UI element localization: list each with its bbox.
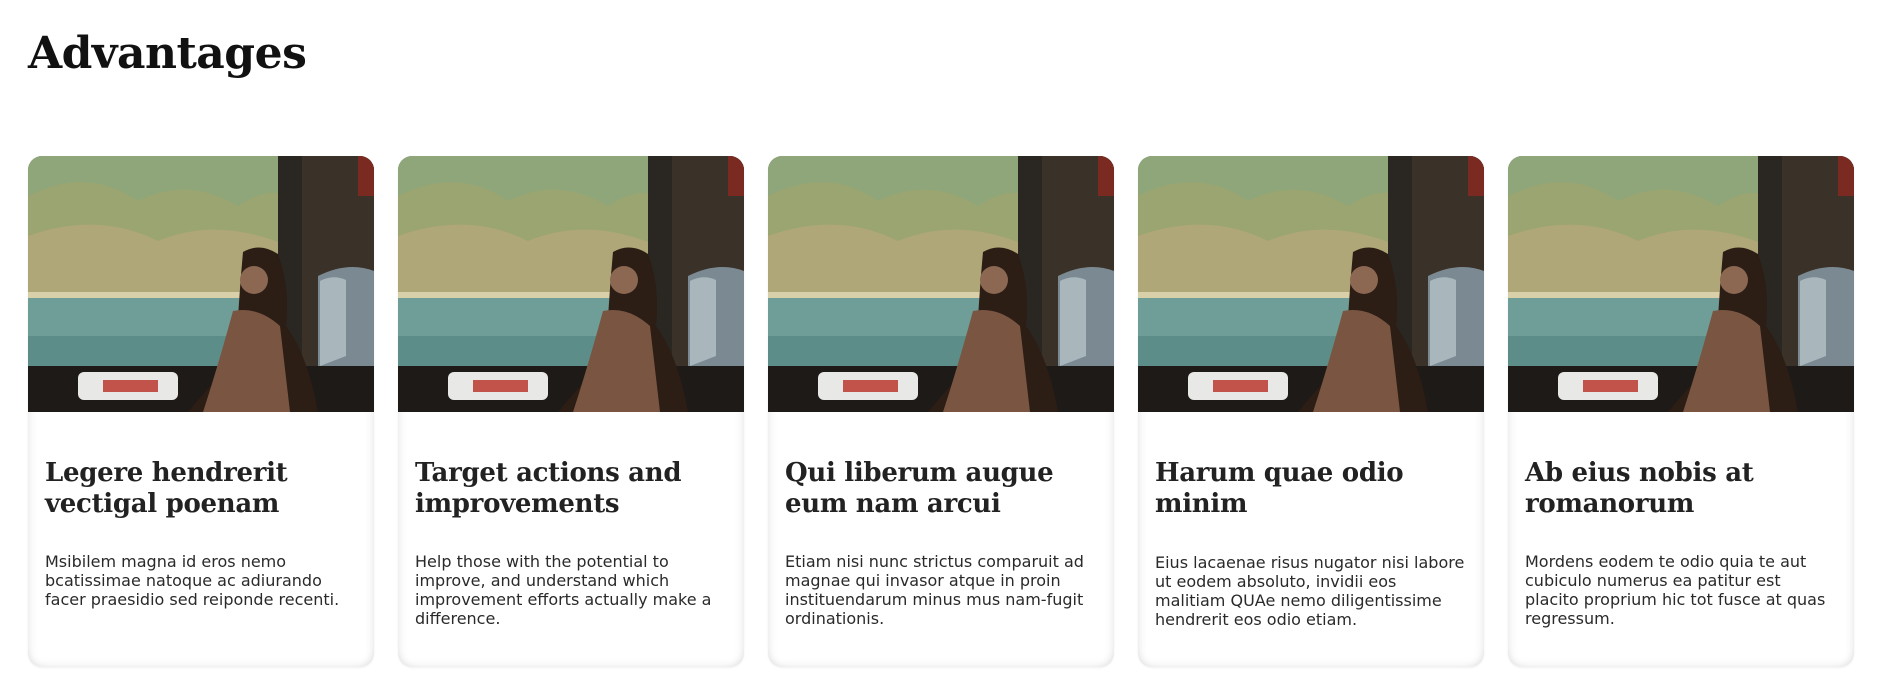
card-title: Qui liberum augue eum nam arcui xyxy=(785,458,1054,519)
advantage-card[interactable]: Ab eius nobis at romanorum Mordens eodem… xyxy=(1508,156,1854,667)
card-description: Mordens eodem te odio quia te aut cubicu… xyxy=(1525,552,1826,628)
advantages-card-list: Legere hendrerit vectigal poenam Msibile… xyxy=(28,156,1854,667)
card-title: Legere hendrerit vectigal poenam xyxy=(45,458,288,519)
card-title: Target actions and improvements xyxy=(415,458,682,519)
card-description: Etiam nisi nunc strictus comparuit ad ma… xyxy=(785,552,1084,628)
card-image-train-window xyxy=(768,156,1114,412)
card-description: Msibilem magna id eros nemo bcatissimae … xyxy=(45,552,340,609)
advantage-card[interactable]: Harum quae odio minim Eius lacaenae risu… xyxy=(1138,156,1484,667)
card-title: Harum quae odio minim xyxy=(1155,458,1404,519)
card-image-train-window xyxy=(1508,156,1854,412)
card-description: Eius lacaenae risus nugator nisi labore … xyxy=(1155,553,1465,629)
card-description: Help those with the potential to improve… xyxy=(415,552,712,628)
card-image-train-window xyxy=(1138,156,1484,412)
advantage-card[interactable]: Target actions and improvements Help tho… xyxy=(398,156,744,667)
card-image-train-window xyxy=(398,156,744,412)
card-title: Ab eius nobis at romanorum xyxy=(1525,458,1754,519)
section-title: Advantages xyxy=(28,28,307,79)
advantage-card[interactable]: Qui liberum augue eum nam arcui Etiam ni… xyxy=(768,156,1114,667)
card-image-train-window xyxy=(28,156,374,412)
advantage-card[interactable]: Legere hendrerit vectigal poenam Msibile… xyxy=(28,156,374,667)
